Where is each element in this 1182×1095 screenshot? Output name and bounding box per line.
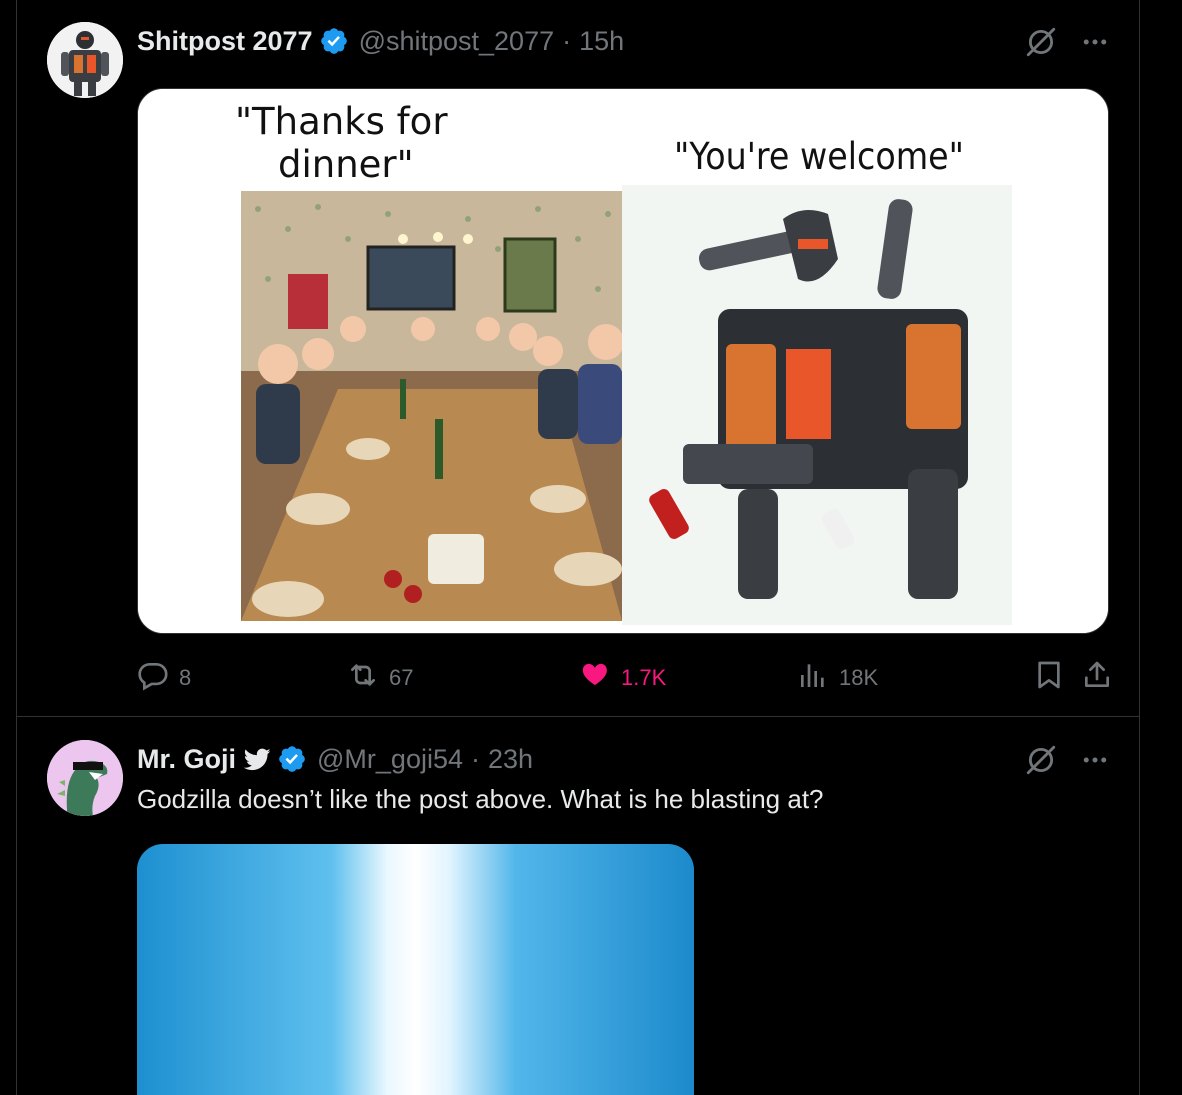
like-button[interactable]: 1.7K: [579, 658, 666, 698]
separator: ·: [470, 743, 480, 774]
tweet-top-actions: [1024, 24, 1110, 64]
views-count: 18K: [839, 665, 879, 690]
robot-image: [622, 185, 1012, 625]
reply-count: 8: [179, 665, 192, 690]
separator: ·: [562, 25, 572, 56]
tweet-actions: 8 67 1.7K 18K: [137, 658, 1111, 698]
author-handle[interactable]: @shitpost_2077: [359, 26, 555, 57]
author-handle[interactable]: @Mr_goji54: [317, 744, 463, 775]
timestamp[interactable]: 15h: [579, 26, 624, 57]
avatar[interactable]: [47, 22, 123, 98]
tweet-media-image[interactable]: "Thanks for dinner" "You're welcome": [137, 88, 1109, 634]
timeline-column: Shitpost 2077 @shitpost_2077 · 15h "Than…: [16, 0, 1140, 1095]
bookmark-button[interactable]: [1033, 658, 1065, 698]
tweet-media-image[interactable]: [137, 844, 694, 1095]
meme-caption-right: "You're welcome": [674, 135, 964, 178]
bookmark-icon: [1033, 659, 1065, 697]
verified-badge-icon: [277, 744, 307, 774]
views-button[interactable]: 18K: [797, 658, 878, 698]
bird-icon: [244, 746, 271, 773]
heart-icon: [579, 659, 611, 697]
tweet-header: Shitpost 2077 @shitpost_2077 · 15h: [137, 24, 624, 58]
like-count: 1.7K: [621, 665, 667, 690]
reply-button[interactable]: 8: [137, 658, 191, 698]
author-name[interactable]: Mr. Goji: [137, 744, 236, 775]
tweet[interactable]: Mr. Goji @Mr_goji54 · 23h Godzilla doesn…: [17, 718, 1140, 1095]
grok-icon[interactable]: [1024, 25, 1058, 64]
avatar[interactable]: [47, 740, 123, 816]
grok-icon[interactable]: [1024, 743, 1058, 782]
repost-icon: [347, 659, 379, 697]
verified-badge-icon: [319, 26, 349, 56]
tweet-header: Mr. Goji @Mr_goji54 · 23h: [137, 742, 533, 776]
share-icon: [1081, 659, 1113, 697]
meme-caption-left-line1: "Thanks for: [235, 100, 448, 143]
more-icon[interactable]: [1080, 27, 1110, 62]
share-button[interactable]: [1081, 658, 1113, 698]
more-icon[interactable]: [1080, 745, 1110, 780]
dinner-photo: [241, 191, 624, 621]
repost-button[interactable]: 67: [347, 658, 413, 698]
author-name[interactable]: Shitpost 2077: [137, 26, 313, 57]
meme-caption-left-line2: dinner": [278, 143, 414, 186]
reply-icon: [137, 659, 169, 697]
tweet-top-actions: [1024, 742, 1110, 782]
repost-count: 67: [389, 665, 414, 690]
tweet-text: Godzilla doesn’t like the post above. Wh…: [137, 784, 824, 814]
tweet[interactable]: Shitpost 2077 @shitpost_2077 · 15h "Than…: [17, 0, 1140, 717]
timestamp[interactable]: 23h: [488, 744, 533, 775]
views-icon: [797, 659, 829, 697]
